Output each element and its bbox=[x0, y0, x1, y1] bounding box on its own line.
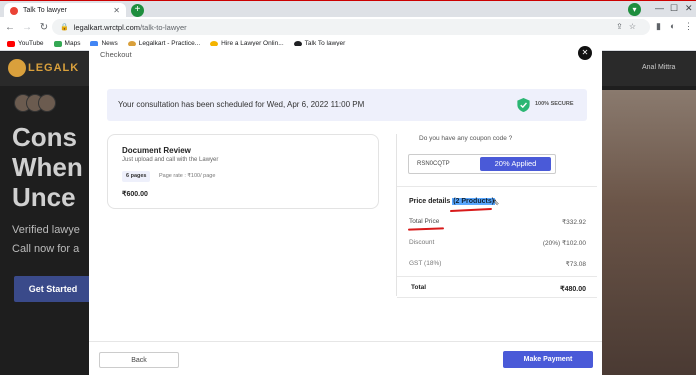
total-label: Total bbox=[411, 284, 427, 291]
bookmark-maps[interactable]: Maps bbox=[53, 40, 81, 47]
product-subtitle: Just upload and call with the Lawyer bbox=[122, 157, 219, 163]
maps-icon bbox=[53, 40, 62, 47]
product-title: Document Review bbox=[122, 146, 191, 155]
address-bar[interactable]: 🔒 legalkart.wrctpl.com/talk-to-lawyer ⇪☆ bbox=[52, 19, 650, 35]
gst-value: ₹73.08 bbox=[565, 261, 586, 268]
annotation-underline bbox=[449, 207, 493, 213]
discount-value: (20%) ₹102.00 bbox=[542, 240, 586, 247]
hero-subtext: Verified lawye bbox=[12, 224, 80, 236]
profile-icon[interactable]: ◐ bbox=[670, 21, 675, 31]
url-path: /talk-to-lawyer bbox=[140, 22, 187, 32]
profile-menu-icon[interactable]: ▾ bbox=[628, 3, 641, 16]
footer-divider bbox=[89, 341, 602, 342]
section-divider bbox=[397, 276, 597, 277]
site-logo: LEGALK bbox=[28, 62, 80, 74]
shield-check-icon bbox=[517, 98, 530, 112]
get-started-button[interactable]: Get Started bbox=[14, 276, 92, 302]
coupon-code[interactable]: RSN0CQTP bbox=[417, 161, 450, 167]
browser-tab[interactable]: Talk To lawyer ✕ bbox=[4, 3, 126, 18]
new-tab-icon[interactable]: + bbox=[131, 4, 144, 17]
back-arrow-icon[interactable]: ← bbox=[3, 22, 17, 33]
coupon-field[interactable]: RSN0CQTP 20% Applied bbox=[408, 154, 556, 174]
annotation-underline bbox=[407, 227, 445, 231]
schedule-banner: Your consultation has been scheduled for… bbox=[107, 89, 587, 121]
product-count: (2 Products) bbox=[452, 198, 496, 205]
section-divider bbox=[397, 297, 597, 298]
browser-tabstrip: Talk To lawyer ✕ + ▾ — ☐ ✕ bbox=[0, 0, 696, 18]
tab-title: Talk To lawyer bbox=[23, 7, 67, 14]
reload-icon[interactable]: ↻ bbox=[37, 22, 51, 33]
kebab-menu-icon[interactable]: ⋮ bbox=[684, 21, 693, 32]
section-divider bbox=[397, 186, 597, 187]
total-price-value: ₹332.92 bbox=[561, 219, 586, 226]
mouse-cursor-icon: ⇖ bbox=[492, 197, 500, 207]
lawyer-avatars bbox=[14, 94, 74, 112]
discount-label: Discount bbox=[409, 239, 435, 246]
pages-badge: 6 pages bbox=[122, 171, 151, 182]
forward-arrow-icon[interactable]: → bbox=[20, 22, 34, 33]
url-host: legalkart.wrctpl.com bbox=[73, 22, 140, 32]
hero-heading-line: When bbox=[12, 152, 83, 182]
lock-icon[interactable]: 🔒 bbox=[60, 23, 69, 31]
user-name[interactable]: Anal Mittra bbox=[642, 64, 675, 71]
price-details-heading: Price details (2 Products) bbox=[409, 198, 496, 205]
avatar bbox=[38, 94, 56, 112]
hero-heading-line: Unce bbox=[12, 182, 76, 212]
browser-toolbar: ← → ↻ 🔒 legalkart.wrctpl.com/talk-to-law… bbox=[0, 17, 696, 37]
checkout-modal: Checkout ✕ Your consultation has been sc… bbox=[89, 46, 602, 375]
column-divider bbox=[396, 134, 397, 296]
window-close-icon[interactable]: ✕ bbox=[685, 3, 693, 14]
gst-label: GST (18%) bbox=[409, 260, 442, 267]
bookmark-label: YouTube bbox=[18, 40, 44, 47]
total-value: ₹480.00 bbox=[560, 286, 586, 293]
hero-photo bbox=[602, 90, 696, 375]
share-star-icons[interactable]: ⇪☆ bbox=[616, 22, 642, 31]
make-payment-button[interactable]: Make Payment bbox=[503, 351, 593, 368]
legalkart-logo-icon bbox=[8, 59, 26, 77]
modal-title: Checkout bbox=[100, 50, 132, 59]
hero-heading-line: Cons bbox=[12, 122, 77, 152]
tab-favicon-icon bbox=[10, 6, 18, 15]
bookmark-youtube[interactable]: YouTube bbox=[7, 40, 44, 47]
hero-subtext: Call now for a bbox=[12, 243, 80, 255]
youtube-icon bbox=[7, 40, 15, 47]
back-button[interactable]: Back bbox=[99, 352, 179, 368]
total-price-label: Total Price bbox=[409, 218, 440, 225]
product-card: Document Review Just upload and call wit… bbox=[107, 134, 379, 209]
minimize-icon[interactable]: — bbox=[655, 3, 664, 13]
maximize-icon[interactable]: ☐ bbox=[670, 3, 678, 14]
page-rate: Page rate : ₹100/ page bbox=[159, 173, 216, 179]
tab-close-icon[interactable]: ✕ bbox=[113, 6, 120, 15]
price-details-label: Price details bbox=[409, 198, 451, 205]
secure-label: 100% SECURE bbox=[535, 101, 574, 107]
bookmark-label: Maps bbox=[64, 40, 81, 47]
product-price: ₹600.00 bbox=[122, 191, 148, 198]
close-icon[interactable]: ✕ bbox=[578, 46, 592, 60]
coupon-applied-button[interactable]: 20% Applied bbox=[480, 157, 551, 171]
coupon-question: Do you have any coupon code ? bbox=[419, 135, 513, 142]
sidepanel-icon[interactable]: ▮ bbox=[656, 21, 661, 32]
schedule-text: Your consultation has been scheduled for… bbox=[118, 100, 365, 109]
